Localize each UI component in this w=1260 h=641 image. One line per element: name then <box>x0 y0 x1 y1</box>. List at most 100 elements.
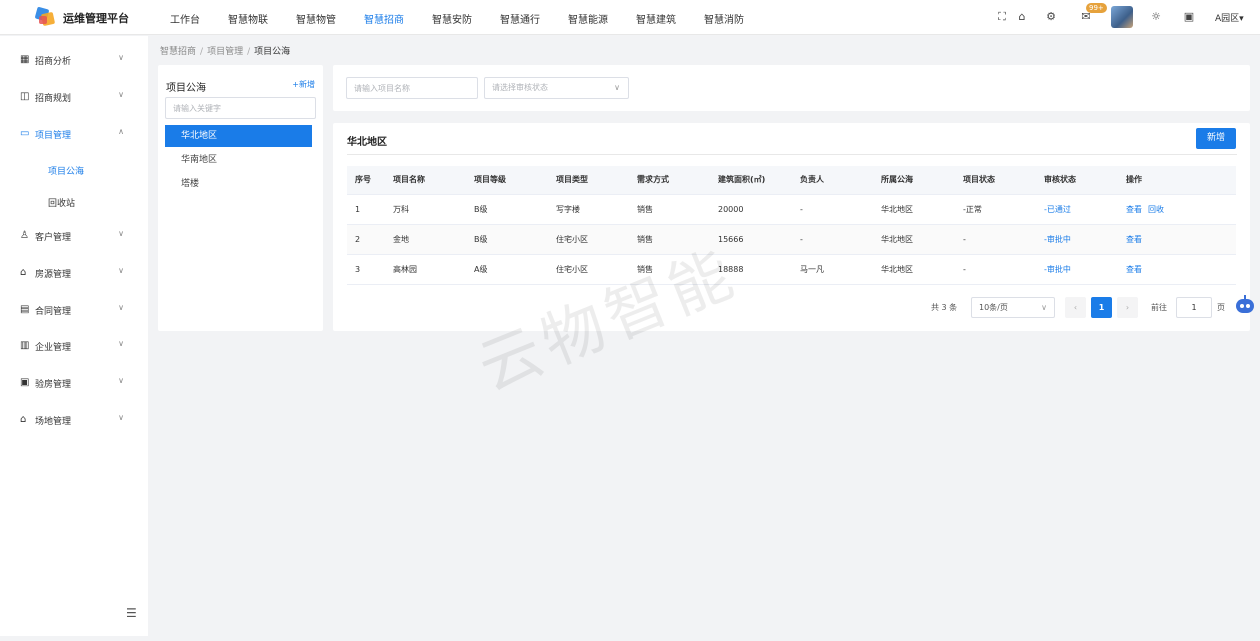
sidebar-item-enterprise[interactable]: ▥ 企业管理 ∨ <box>20 339 132 354</box>
sidebar-item-customer[interactable]: ♙ 客户管理 ∨ <box>20 229 132 244</box>
view-link[interactable]: 查看 <box>1126 235 1142 244</box>
page-suffix: 页 <box>1217 303 1225 312</box>
cell-name: 金地 <box>385 224 466 255</box>
view-link[interactable]: 查看 <box>1126 205 1142 214</box>
column-header: 所属公海 <box>873 166 955 195</box>
topnav-item-fire[interactable]: 智慧消防 <box>704 11 744 26</box>
keyword-search-input[interactable] <box>165 97 316 119</box>
column-header: 项目名称 <box>385 166 466 195</box>
column-header: 项目类型 <box>548 166 629 195</box>
cell-level: A级 <box>466 254 548 285</box>
top-bar: 运维管理平台 工作台 智慧物联 智慧物管 智慧招商 智慧安防 智慧通行 智慧能源… <box>0 0 1260 35</box>
cell-audit: -审批中 <box>1036 224 1118 255</box>
column-header: 需求方式 <box>629 166 710 195</box>
breadcrumb: 智慧招商 / 项目管理 / 项目公海 <box>160 47 291 57</box>
topnav-item-energy[interactable]: 智慧能源 <box>568 11 608 26</box>
house-icon: ⌂ <box>20 267 27 278</box>
topnav-item-security[interactable]: 智慧安防 <box>432 11 472 26</box>
chevron-down-icon: ∨ <box>118 339 124 348</box>
breadcrumb-item[interactable]: 智慧招商 <box>160 47 196 57</box>
column-header: 操作 <box>1118 166 1236 195</box>
topnav-item-property[interactable]: 智慧物管 <box>296 11 336 26</box>
filter-panel: 请选择审核状态 ∨ <box>333 65 1250 111</box>
region-item-tower[interactable]: 塔楼 <box>165 173 312 195</box>
table-row: 3 高林园 A级 住宅小区 销售 18888 马一凡 华北地区 - -审批中 查… <box>347 254 1236 285</box>
region-item-north-china[interactable]: 华北地区 <box>165 125 312 147</box>
page-size-value: 10条/页 <box>979 303 1008 312</box>
add-project-button[interactable]: 新增 <box>1196 128 1236 149</box>
enterprise-icon: ▥ <box>20 340 30 351</box>
add-sea-button[interactable]: +新增 <box>292 79 315 90</box>
theme-icon[interactable]: ☼ <box>1149 10 1163 24</box>
cell-no: 1 <box>347 194 385 225</box>
cell-actions: 查看 <box>1118 254 1236 285</box>
avatar[interactable] <box>1111 6 1133 28</box>
settings-icon[interactable]: ⚙ <box>1044 10 1058 24</box>
sidebar-item-label: 项目管理 <box>35 131 72 141</box>
view-link[interactable]: 查看 <box>1126 265 1142 274</box>
goto-label: 前往 <box>1151 303 1167 312</box>
cell-area: 18888 <box>710 254 792 285</box>
logo-icon <box>34 6 56 27</box>
fullscreen-icon[interactable]: ⛶ <box>995 10 1009 24</box>
chevron-down-icon: ∨ <box>614 83 620 92</box>
chevron-down-icon: ∨ <box>118 266 124 275</box>
topnav-item-access[interactable]: 智慧通行 <box>500 11 540 26</box>
sidebar-item-investment-analysis[interactable]: ▦ 招商分析 ∨ <box>20 53 132 68</box>
cell-type: 住宅小区 <box>548 224 629 255</box>
goto-page-input[interactable] <box>1176 297 1212 318</box>
cell-owner: - <box>792 194 873 225</box>
screen-icon[interactable]: ▣ <box>1182 10 1196 24</box>
prev-page-button[interactable]: ‹ <box>1065 297 1086 318</box>
column-header: 项目状态 <box>955 166 1036 195</box>
sidebar: ▦ 招商分析 ∨ ◫ 招商规划 ∨ ▭ 项目管理 ∧ 项目公海 回收站 ♙ 客户… <box>0 36 148 636</box>
chevron-down-icon: ∨ <box>118 413 124 422</box>
sidebar-subitem-recycle-bin[interactable]: 回收站 <box>48 196 75 209</box>
breadcrumb-current: 项目公海 <box>254 47 291 57</box>
cell-type: 住宅小区 <box>548 254 629 285</box>
sidebar-item-contract[interactable]: ▤ 合同管理 ∨ <box>20 303 132 318</box>
panel-title: 项目公海 <box>166 83 206 94</box>
topnav-item-workbench[interactable]: 工作台 <box>170 11 200 26</box>
topnav-item-investment[interactable]: 智慧招商 <box>364 11 404 26</box>
cell-status: -正常 <box>955 194 1036 225</box>
chart-icon: ▦ <box>20 54 30 65</box>
collapse-menu-icon[interactable]: ☰ <box>126 606 137 620</box>
page-number-button[interactable]: 1 <box>1091 297 1112 318</box>
assistant-robot-icon[interactable] <box>1234 295 1256 317</box>
sidebar-item-inspection[interactable]: ▣ 验房管理 ∨ <box>20 376 132 391</box>
cell-sea: 华北地区 <box>873 194 955 225</box>
sidebar-item-housing[interactable]: ⌂ 房源管理 ∨ <box>20 266 132 281</box>
chevron-down-icon: ∨ <box>118 303 124 312</box>
sidebar-item-site[interactable]: ⌂ 场地管理 ∨ <box>20 413 132 428</box>
sidebar-item-label: 企业管理 <box>35 343 72 353</box>
sidebar-item-label: 验房管理 <box>35 380 72 390</box>
cell-area: 15666 <box>710 224 792 255</box>
contract-icon: ▤ <box>20 304 30 315</box>
table-header-row: 序号 项目名称 项目等级 项目类型 需求方式 建筑面积(㎡) 负责人 所属公海 … <box>347 166 1236 195</box>
chevron-down-icon: ∨ <box>118 376 124 385</box>
sidebar-item-project-management[interactable]: ▭ 项目管理 ∧ <box>20 127 132 142</box>
topnav-item-building[interactable]: 智慧建筑 <box>636 11 676 26</box>
cell-demand: 销售 <box>629 254 710 285</box>
cell-type: 写字楼 <box>548 194 629 225</box>
column-header: 序号 <box>347 166 385 195</box>
cell-level: B级 <box>466 224 548 255</box>
sidebar-item-investment-plan[interactable]: ◫ 招商规划 ∨ <box>20 90 132 105</box>
recycle-link[interactable]: 回收 <box>1148 205 1164 214</box>
project-list-panel: 华北地区 新增 序号 项目名称 项目等级 项目类型 需求方式 建筑面积(㎡) 负… <box>333 123 1250 331</box>
pagination-total: 共 3 条 <box>931 303 958 312</box>
topnav-item-iot[interactable]: 智慧物联 <box>228 11 268 26</box>
cell-owner: - <box>792 224 873 255</box>
audit-status-select[interactable]: 请选择审核状态 ∨ <box>484 77 629 99</box>
region-item-south-china[interactable]: 华南地区 <box>165 149 312 171</box>
home-icon[interactable]: ⌂ <box>1015 10 1029 24</box>
zone-selector[interactable]: A园区▾ <box>1215 11 1244 24</box>
breadcrumb-item[interactable]: 项目管理 <box>207 47 243 57</box>
sidebar-subitem-project-sea[interactable]: 项目公海 <box>48 164 84 177</box>
cell-status: - <box>955 224 1036 255</box>
project-name-input[interactable] <box>346 77 478 99</box>
page-size-select[interactable]: 10条/页 ∨ <box>971 297 1055 318</box>
sidebar-item-label: 合同管理 <box>35 307 72 317</box>
next-page-button[interactable]: › <box>1117 297 1138 318</box>
